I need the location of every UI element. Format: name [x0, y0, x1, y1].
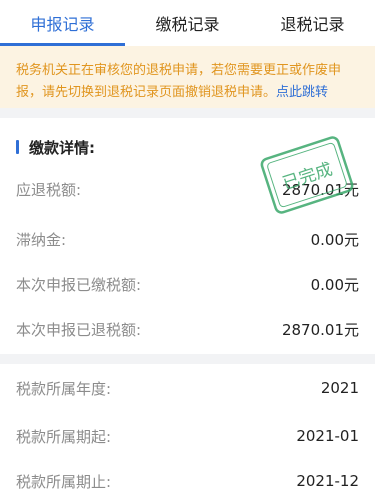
notice-banner: 税务机关正在审核您的退税申请，若您需要更正或作废申报，请先切换到退税记录页面撤销… [0, 46, 375, 108]
row-label: 本次申报已退税额: [16, 320, 142, 339]
row-label: 税款所属年度: [16, 379, 112, 398]
row-period-start: 税款所属期起: 2021-01 [16, 421, 359, 451]
tab-payment-records[interactable]: 缴税记录 [125, 0, 250, 46]
row-label: 应退税额: [16, 180, 82, 199]
row-value: 2870.01元 [281, 320, 359, 339]
jump-link[interactable]: 点此跳转 [276, 85, 328, 100]
row-tax-year: 税款所属年度: 2021 [16, 373, 359, 403]
row-label: 税款所属期止: [16, 472, 112, 491]
row-label: 本次申报已缴税额: [16, 275, 142, 294]
row-late-fee: 滞纳金: 0.00元 [16, 224, 359, 254]
row-label: 税款所属期起: [16, 427, 112, 446]
row-value: 2021 [320, 379, 359, 397]
stamp-text: 已完成 [280, 160, 335, 195]
row-value: 0.00元 [310, 275, 359, 294]
row-value: 2021-12 [296, 472, 359, 490]
row-refunded-amount: 本次申报已退税额: 2870.01元 [16, 314, 359, 344]
section-bar [16, 140, 19, 154]
section-header: 缴款详情: [16, 138, 95, 157]
tab-bar: 申报记录 缴税记录 退税记录 [0, 0, 375, 46]
section-title: 缴款详情: [29, 138, 95, 157]
row-period-end: 税款所属期止: 2021-12 [16, 466, 359, 496]
row-value: 0.00元 [310, 230, 359, 249]
section-divider [0, 354, 375, 364]
tab-refund-records[interactable]: 退税记录 [250, 0, 375, 46]
tab-declaration-records[interactable]: 申报记录 [0, 0, 125, 46]
row-paid-amount: 本次申报已缴税额: 0.00元 [16, 269, 359, 299]
row-label: 滞纳金: [16, 230, 67, 249]
row-value: 2021-01 [296, 427, 359, 445]
